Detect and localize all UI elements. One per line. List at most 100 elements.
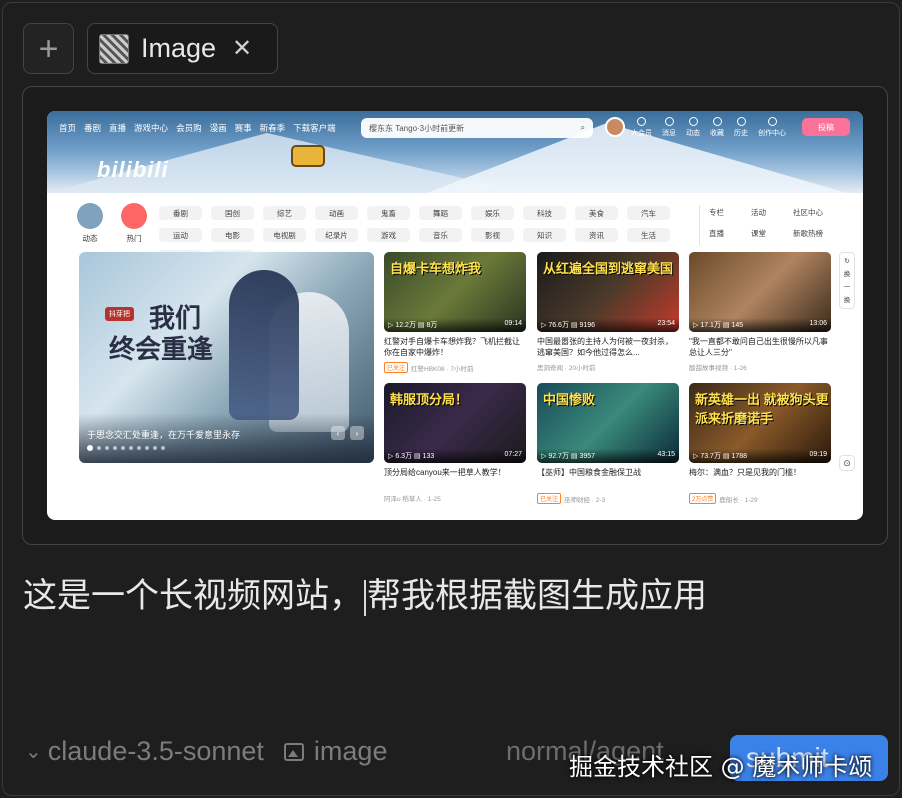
prompt-text-before: 这是一个长视频网站， bbox=[23, 576, 363, 616]
add-attachment-button[interactable]: + bbox=[23, 23, 74, 74]
composer-window: + Image ✕ bilibili 首页 番剧 直播 游戏中心 会员购 漫画 赛事 新春季下… bbox=[2, 2, 900, 796]
video-author: 酸甜故事视频 · 1-26 bbox=[689, 362, 831, 372]
video-title: 梅尔：满血？只是见我的门槛！ bbox=[689, 468, 801, 477]
image-thumbnail bbox=[99, 33, 129, 64]
top-nav-item: 直播 bbox=[109, 123, 127, 133]
video-title: 中国最嚣张的主持人为何被一夜封杀，逃窜美国？如今他过得怎么... bbox=[537, 337, 673, 357]
carousel-arrows: ‹ › bbox=[331, 426, 364, 440]
video-tag: 已关注 bbox=[384, 362, 409, 373]
prompt-input[interactable]: 这是一个长视频网站， 帮我根据截图生成应用 bbox=[23, 568, 707, 617]
carousel-dot bbox=[87, 445, 93, 451]
top-nav-item: 新春季 bbox=[259, 123, 286, 133]
right-link: 直播 bbox=[709, 229, 724, 238]
video-thumbnail: 新英雄一出 就被狗头更 派来折磨诺手 ▷ 73.7万 ▤ 1788 09:19 bbox=[689, 383, 831, 463]
prompt-text-after: 帮我根据截图生成应用 bbox=[367, 576, 707, 616]
video-views: ▷ 92.7万 ▤ 3957 bbox=[541, 453, 596, 460]
video-thumbnail: 自爆卡车想炸我 ▷ 12.2万 ▤ 8万 09:14 bbox=[384, 252, 526, 332]
right-nav-item: 历史 bbox=[734, 117, 748, 138]
video-views: ▷ 17.1万 ▤ 145 bbox=[693, 322, 744, 329]
video-thumbnail: ▷ 17.1万 ▤ 145 13:06 bbox=[689, 252, 831, 332]
carousel-dot bbox=[137, 446, 141, 450]
video-card: ▷ 17.1万 ▤ 145 13:06 "我一直都不敢问自己出生很慢所以凡事总让人三… bbox=[689, 252, 831, 372]
category-chip: 生活 bbox=[627, 228, 670, 242]
video-tag: 已关注 bbox=[537, 493, 562, 504]
video-duration: 13:06 bbox=[809, 320, 827, 327]
video-thumbnail: 韩服顶分局！ ▷ 6.3万 ▤ 133 07:27 bbox=[384, 383, 526, 463]
carousel-dot bbox=[129, 446, 133, 450]
composer-footer: ⌄ claude-3.5-sonnet image bbox=[25, 736, 387, 767]
carousel-dots bbox=[87, 445, 165, 451]
site-logo: bilibili bbox=[97, 157, 169, 182]
model-selector[interactable]: claude-3.5-sonnet bbox=[48, 736, 264, 767]
image-attachment-tab[interactable]: Image ✕ bbox=[87, 23, 278, 74]
carousel-dot bbox=[121, 446, 125, 450]
character-art bbox=[229, 270, 299, 420]
video-author: 已关注 红警HBK08 · 7小时前 bbox=[384, 362, 526, 373]
category-chip: 番剧 bbox=[159, 206, 202, 220]
right-nav-label: 创作中心 bbox=[758, 130, 786, 137]
nav-icon bbox=[664, 117, 674, 126]
nav-icon bbox=[637, 117, 646, 126]
video-views: ▷ 12.2万 ▤ 8万 bbox=[388, 322, 438, 329]
image-icon[interactable] bbox=[283, 742, 304, 761]
right-nav-item: 消息 bbox=[662, 117, 676, 138]
right-links: 专栏 活动 社区中心 直播 课堂 新歌热榜 bbox=[709, 207, 841, 239]
image-attach-button[interactable]: image bbox=[314, 736, 388, 767]
video-card: 自爆卡车想炸我 ▷ 12.2万 ▤ 8万 09:14 红警对手自爆卡车想炸我？飞机拦截… bbox=[384, 252, 526, 373]
nav-icon bbox=[688, 117, 698, 126]
site-banner: bilibili 首页 番剧 直播 游戏中心 会员购 漫画 赛事 新春季 下载客户端 樱东东 T… bbox=[47, 111, 863, 193]
play-later-icon: ⊙ bbox=[839, 455, 855, 471]
category-chip: 舞蹈 bbox=[419, 206, 462, 220]
quick-entry: 热门 bbox=[121, 203, 147, 244]
video-author: 2万点赞 鹿船长 · 1-29 bbox=[689, 493, 831, 504]
video-stats: ▷ 76.6万 ▤ 9196 23:54 bbox=[537, 318, 679, 332]
carousel-dot bbox=[113, 446, 117, 450]
text-cursor bbox=[364, 579, 366, 616]
top-nav-item: 漫画 bbox=[209, 123, 227, 133]
video-views: ▷ 73.7万 ▤ 1788 bbox=[693, 453, 748, 460]
chevron-down-icon[interactable]: ⌄ bbox=[25, 739, 42, 764]
category-chip: 运动 bbox=[159, 228, 202, 242]
category-chip: 鬼畜 bbox=[367, 206, 410, 220]
category-chip: 娱乐 bbox=[471, 206, 514, 220]
feature-title-line2: 终会重逢 bbox=[109, 335, 214, 366]
video-title: "我一直都不敢问自己出生很慢所以凡事总让人三分" bbox=[689, 337, 828, 357]
search-input: 樱东东 Tango·3小时前更新 ⌕ bbox=[361, 118, 593, 138]
video-author: 黑洞奇闻 · 20小时前 bbox=[537, 362, 679, 372]
right-nav-label: 消息 bbox=[662, 130, 676, 137]
right-link: 新歌热榜 bbox=[793, 229, 823, 238]
nav-icon bbox=[767, 117, 777, 126]
close-icon[interactable]: ✕ bbox=[232, 34, 252, 63]
video-title: 【巫师】中国粮食金融保卫战 bbox=[537, 468, 641, 477]
video-card: 新英雄一出 就被狗头更 派来折磨诺手 ▷ 73.7万 ▤ 1788 09:19 梅尔：… bbox=[689, 383, 831, 504]
search-icon: ⌕ bbox=[580, 123, 585, 132]
author-text: 黑洞奇闻 · 20小时前 bbox=[537, 365, 596, 372]
top-nav-item: 会员购 bbox=[176, 123, 202, 133]
video-stats: ▷ 6.3万 ▤ 133 07:27 bbox=[384, 449, 526, 463]
quick-entry-icon bbox=[77, 203, 103, 229]
thumbnail-overlay-text: 中国惨败 bbox=[543, 392, 596, 407]
thumbnail-overlay-text: 韩服顶分局！ bbox=[390, 392, 469, 407]
gondola-illustration bbox=[291, 145, 325, 167]
category-chip: 知识 bbox=[523, 228, 566, 242]
right-nav-item: 大会员 bbox=[631, 117, 652, 138]
nav-icon bbox=[736, 117, 746, 126]
author-text: 阿泽u 稻草人 · 1-25 bbox=[384, 496, 441, 503]
right-nav-label: 动态 bbox=[686, 130, 700, 137]
top-nav: 首页 番剧 直播 游戏中心 会员购 漫画 赛事 新春季 下载客户端 bbox=[59, 122, 336, 134]
right-link: 活动 bbox=[751, 208, 766, 217]
carousel-dot bbox=[97, 446, 101, 450]
category-chip: 纪录片 bbox=[315, 228, 358, 242]
upload-label: 投稿 bbox=[818, 122, 834, 132]
thumbnail-overlay-text: 自爆卡车想炸我 bbox=[390, 261, 482, 276]
refresh-icon: ↻ bbox=[844, 258, 850, 265]
feature-caption: 于思念交汇处重逢，在万千爱意里永存 bbox=[87, 430, 241, 440]
right-link: 专栏 bbox=[709, 208, 724, 217]
video-author: 已关注 巫师财经 · 2-3 bbox=[537, 493, 679, 504]
category-chip: 综艺 bbox=[263, 206, 306, 220]
chevron-left-icon: ‹ bbox=[331, 426, 345, 440]
category-chip: 电影 bbox=[211, 228, 254, 242]
right-nav-label: 大会员 bbox=[631, 130, 652, 137]
plus-icon: + bbox=[38, 29, 59, 68]
carousel-dot bbox=[105, 446, 109, 450]
